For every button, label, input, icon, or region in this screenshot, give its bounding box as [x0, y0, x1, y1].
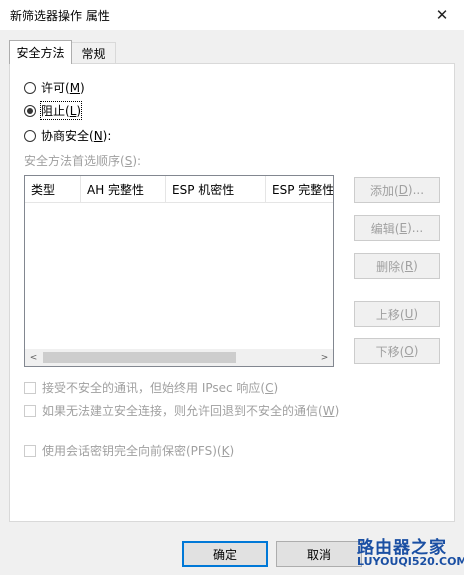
watermark-logo: 路由器之家 LUYOUQI520.COM	[357, 533, 464, 573]
column-header-esp-integrity[interactable]: ESP 完整性	[266, 176, 333, 202]
column-header-esp-confidentiality[interactable]: ESP 机密性	[166, 176, 266, 202]
tab-security-methods[interactable]: 安全方法	[9, 40, 72, 64]
radio-circle-selected[interactable]	[24, 104, 36, 117]
checkbox-label: 使用会话密钥完全向前保密(PFS)(K)	[42, 444, 235, 458]
checkbox-box[interactable]	[24, 381, 36, 394]
checkbox-label: 接受不安全的通讯，但始终用 IPsec 响应(C)	[42, 381, 279, 395]
tab-panel: 许可(M) 阻止(L) 协商安全(N): 安全方法首选顺序(S): 类型 AH …	[9, 63, 455, 522]
cancel-button[interactable]: 取消	[276, 541, 362, 567]
checkbox-accept-unsecured[interactable]: 接受不安全的通讯，但始终用 IPsec 响应(C)	[24, 379, 278, 396]
radio-label: 阻止(L)	[39, 101, 83, 120]
scroll-thumb[interactable]	[43, 352, 236, 363]
methods-label: 安全方法首选顺序(S):	[24, 154, 142, 168]
tab-general[interactable]: 常规	[71, 42, 116, 64]
list-header: 类型 AH 完整性 ESP 机密性 ESP 完整性	[25, 176, 333, 203]
ok-button[interactable]: 确定	[182, 541, 268, 567]
column-header-type[interactable]: 类型	[25, 176, 81, 202]
window-title: 新筛选器操作 属性	[10, 9, 110, 23]
scroll-right-icon[interactable]: >	[316, 349, 333, 366]
checkbox-label: 如果无法建立安全连接，则允许回退到不安全的通信(W)	[42, 404, 340, 418]
radio-label: 许可(M)	[41, 81, 85, 95]
scroll-left-icon[interactable]: <	[25, 349, 42, 366]
add-button[interactable]: 添加(D)...	[354, 177, 440, 203]
radio-negotiate[interactable]: 协商安全(N):	[24, 127, 111, 144]
tab-label: 常规	[81, 47, 106, 61]
radio-circle[interactable]	[24, 129, 36, 142]
remove-button[interactable]: 删除(R)	[354, 253, 440, 279]
checkbox-allow-fallback[interactable]: 如果无法建立安全连接，则允许回退到不安全的通信(W)	[24, 402, 339, 419]
checkbox-box[interactable]	[24, 404, 36, 417]
security-methods-list[interactable]: 类型 AH 完整性 ESP 机密性 ESP 完整性 < >	[24, 175, 334, 367]
column-header-ah-integrity[interactable]: AH 完整性	[81, 176, 166, 202]
radio-permit[interactable]: 许可(M)	[24, 79, 85, 96]
title-bar: 新筛选器操作 属性 ✕	[0, 0, 464, 30]
radio-circle[interactable]	[24, 81, 36, 94]
dialog-client: 安全方法 常规 许可(M) 阻止(L) 协商安全(N): 安全方法首选顺序(S)…	[0, 30, 464, 575]
radio-label: 协商安全(N):	[41, 129, 112, 143]
horizontal-scrollbar[interactable]: < >	[25, 349, 333, 366]
edit-button[interactable]: 编辑(E)...	[354, 215, 440, 241]
move-up-button[interactable]: 上移(U)	[354, 301, 440, 327]
watermark-url: LUYOUQI520.COM	[357, 555, 464, 568]
tab-label: 安全方法	[16, 46, 65, 60]
checkbox-box[interactable]	[24, 444, 36, 457]
move-down-button[interactable]: 下移(O)	[354, 338, 440, 364]
radio-block[interactable]: 阻止(L)	[24, 101, 83, 120]
checkbox-pfs[interactable]: 使用会话密钥完全向前保密(PFS)(K)	[24, 442, 234, 459]
close-icon[interactable]: ✕	[420, 0, 464, 30]
